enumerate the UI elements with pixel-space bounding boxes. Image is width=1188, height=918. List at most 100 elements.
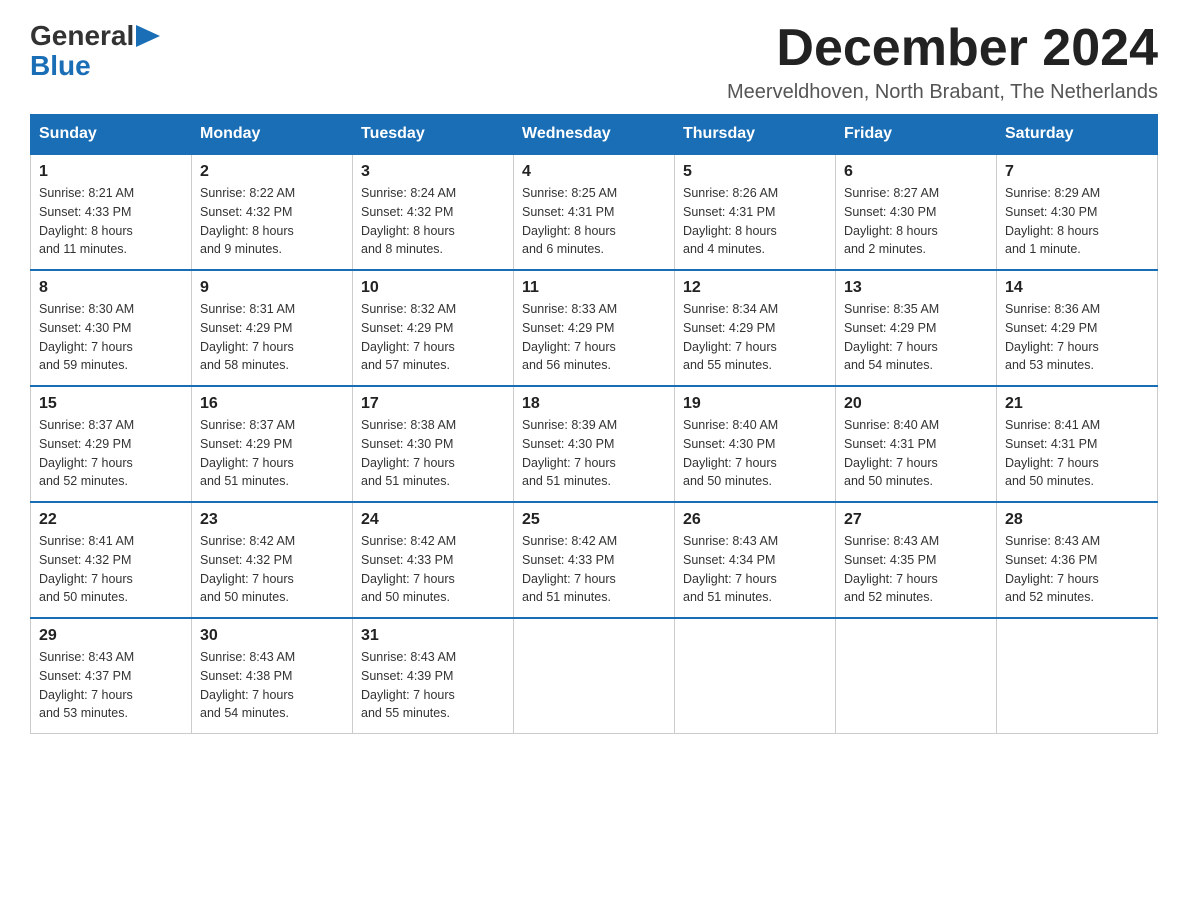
day-number: 30	[200, 627, 344, 645]
day-info: Sunrise: 8:32 AMSunset: 4:29 PMDaylight:…	[361, 300, 505, 375]
calendar-cell: 28 Sunrise: 8:43 AMSunset: 4:36 PMDaylig…	[997, 502, 1158, 618]
calendar-cell: 23 Sunrise: 8:42 AMSunset: 4:32 PMDaylig…	[192, 502, 353, 618]
calendar-table: SundayMondayTuesdayWednesdayThursdayFrid…	[30, 114, 1158, 734]
header-tuesday: Tuesday	[353, 115, 514, 155]
calendar-cell: 4 Sunrise: 8:25 AMSunset: 4:31 PMDayligh…	[514, 154, 675, 270]
logo-general-text: General	[30, 20, 134, 52]
header: General Blue December 2024 Meerveldhoven…	[30, 20, 1158, 104]
day-number: 22	[39, 511, 183, 529]
day-info: Sunrise: 8:33 AMSunset: 4:29 PMDaylight:…	[522, 300, 666, 375]
day-info: Sunrise: 8:40 AMSunset: 4:31 PMDaylight:…	[844, 416, 988, 491]
day-info: Sunrise: 8:39 AMSunset: 4:30 PMDaylight:…	[522, 416, 666, 491]
day-number: 29	[39, 627, 183, 645]
calendar-cell: 6 Sunrise: 8:27 AMSunset: 4:30 PMDayligh…	[836, 154, 997, 270]
day-info: Sunrise: 8:42 AMSunset: 4:33 PMDaylight:…	[522, 532, 666, 607]
header-friday: Friday	[836, 115, 997, 155]
calendar-cell: 30 Sunrise: 8:43 AMSunset: 4:38 PMDaylig…	[192, 618, 353, 734]
day-number: 9	[200, 279, 344, 297]
calendar-cell: 17 Sunrise: 8:38 AMSunset: 4:30 PMDaylig…	[353, 386, 514, 502]
header-thursday: Thursday	[675, 115, 836, 155]
week-row-5: 29 Sunrise: 8:43 AMSunset: 4:37 PMDaylig…	[31, 618, 1158, 734]
day-info: Sunrise: 8:29 AMSunset: 4:30 PMDaylight:…	[1005, 184, 1149, 259]
day-number: 3	[361, 163, 505, 181]
day-info: Sunrise: 8:26 AMSunset: 4:31 PMDaylight:…	[683, 184, 827, 259]
title-area: December 2024 Meerveldhoven, North Braba…	[727, 20, 1158, 104]
day-info: Sunrise: 8:27 AMSunset: 4:30 PMDaylight:…	[844, 184, 988, 259]
day-info: Sunrise: 8:43 AMSunset: 4:36 PMDaylight:…	[1005, 532, 1149, 607]
day-info: Sunrise: 8:42 AMSunset: 4:33 PMDaylight:…	[361, 532, 505, 607]
header-saturday: Saturday	[997, 115, 1158, 155]
day-info: Sunrise: 8:38 AMSunset: 4:30 PMDaylight:…	[361, 416, 505, 491]
calendar-cell: 27 Sunrise: 8:43 AMSunset: 4:35 PMDaylig…	[836, 502, 997, 618]
day-info: Sunrise: 8:24 AMSunset: 4:32 PMDaylight:…	[361, 184, 505, 259]
day-info: Sunrise: 8:43 AMSunset: 4:34 PMDaylight:…	[683, 532, 827, 607]
day-info: Sunrise: 8:43 AMSunset: 4:35 PMDaylight:…	[844, 532, 988, 607]
day-number: 14	[1005, 279, 1149, 297]
calendar-cell: 10 Sunrise: 8:32 AMSunset: 4:29 PMDaylig…	[353, 270, 514, 386]
calendar-cell: 31 Sunrise: 8:43 AMSunset: 4:39 PMDaylig…	[353, 618, 514, 734]
week-row-1: 1 Sunrise: 8:21 AMSunset: 4:33 PMDayligh…	[31, 154, 1158, 270]
day-number: 1	[39, 163, 183, 181]
day-info: Sunrise: 8:43 AMSunset: 4:38 PMDaylight:…	[200, 648, 344, 723]
day-number: 20	[844, 395, 988, 413]
day-number: 24	[361, 511, 505, 529]
calendar-cell: 15 Sunrise: 8:37 AMSunset: 4:29 PMDaylig…	[31, 386, 192, 502]
day-number: 13	[844, 279, 988, 297]
calendar-cell: 24 Sunrise: 8:42 AMSunset: 4:33 PMDaylig…	[353, 502, 514, 618]
header-wednesday: Wednesday	[514, 115, 675, 155]
calendar-cell: 11 Sunrise: 8:33 AMSunset: 4:29 PMDaylig…	[514, 270, 675, 386]
calendar-cell: 2 Sunrise: 8:22 AMSunset: 4:32 PMDayligh…	[192, 154, 353, 270]
day-info: Sunrise: 8:25 AMSunset: 4:31 PMDaylight:…	[522, 184, 666, 259]
day-info: Sunrise: 8:41 AMSunset: 4:31 PMDaylight:…	[1005, 416, 1149, 491]
day-number: 25	[522, 511, 666, 529]
logo-blue-text: Blue	[30, 52, 160, 80]
day-info: Sunrise: 8:43 AMSunset: 4:39 PMDaylight:…	[361, 648, 505, 723]
day-number: 11	[522, 279, 666, 297]
day-info: Sunrise: 8:35 AMSunset: 4:29 PMDaylight:…	[844, 300, 988, 375]
day-info: Sunrise: 8:34 AMSunset: 4:29 PMDaylight:…	[683, 300, 827, 375]
calendar-cell: 12 Sunrise: 8:34 AMSunset: 4:29 PMDaylig…	[675, 270, 836, 386]
day-number: 2	[200, 163, 344, 181]
location-subtitle: Meerveldhoven, North Brabant, The Nether…	[727, 81, 1158, 104]
calendar-cell: 1 Sunrise: 8:21 AMSunset: 4:33 PMDayligh…	[31, 154, 192, 270]
header-sunday: Sunday	[31, 115, 192, 155]
calendar-cell: 29 Sunrise: 8:43 AMSunset: 4:37 PMDaylig…	[31, 618, 192, 734]
week-row-3: 15 Sunrise: 8:37 AMSunset: 4:29 PMDaylig…	[31, 386, 1158, 502]
calendar-cell: 20 Sunrise: 8:40 AMSunset: 4:31 PMDaylig…	[836, 386, 997, 502]
day-number: 17	[361, 395, 505, 413]
calendar-cell	[675, 618, 836, 734]
day-info: Sunrise: 8:42 AMSunset: 4:32 PMDaylight:…	[200, 532, 344, 607]
calendar-cell: 14 Sunrise: 8:36 AMSunset: 4:29 PMDaylig…	[997, 270, 1158, 386]
day-number: 8	[39, 279, 183, 297]
day-info: Sunrise: 8:36 AMSunset: 4:29 PMDaylight:…	[1005, 300, 1149, 375]
calendar-cell	[836, 618, 997, 734]
day-info: Sunrise: 8:21 AMSunset: 4:33 PMDaylight:…	[39, 184, 183, 259]
logo-arrow-icon	[136, 25, 160, 47]
day-info: Sunrise: 8:41 AMSunset: 4:32 PMDaylight:…	[39, 532, 183, 607]
calendar-header-row: SundayMondayTuesdayWednesdayThursdayFrid…	[31, 115, 1158, 155]
day-number: 4	[522, 163, 666, 181]
day-number: 19	[683, 395, 827, 413]
week-row-4: 22 Sunrise: 8:41 AMSunset: 4:32 PMDaylig…	[31, 502, 1158, 618]
day-info: Sunrise: 8:31 AMSunset: 4:29 PMDaylight:…	[200, 300, 344, 375]
day-info: Sunrise: 8:37 AMSunset: 4:29 PMDaylight:…	[39, 416, 183, 491]
calendar-cell: 18 Sunrise: 8:39 AMSunset: 4:30 PMDaylig…	[514, 386, 675, 502]
calendar-cell: 8 Sunrise: 8:30 AMSunset: 4:30 PMDayligh…	[31, 270, 192, 386]
calendar-cell: 9 Sunrise: 8:31 AMSunset: 4:29 PMDayligh…	[192, 270, 353, 386]
calendar-cell: 21 Sunrise: 8:41 AMSunset: 4:31 PMDaylig…	[997, 386, 1158, 502]
day-number: 27	[844, 511, 988, 529]
day-info: Sunrise: 8:30 AMSunset: 4:30 PMDaylight:…	[39, 300, 183, 375]
month-year-title: December 2024	[727, 20, 1158, 77]
day-info: Sunrise: 8:22 AMSunset: 4:32 PMDaylight:…	[200, 184, 344, 259]
logo: General Blue	[30, 20, 160, 80]
day-number: 10	[361, 279, 505, 297]
day-number: 16	[200, 395, 344, 413]
day-number: 23	[200, 511, 344, 529]
calendar-cell	[514, 618, 675, 734]
day-info: Sunrise: 8:40 AMSunset: 4:30 PMDaylight:…	[683, 416, 827, 491]
calendar-cell: 26 Sunrise: 8:43 AMSunset: 4:34 PMDaylig…	[675, 502, 836, 618]
calendar-cell: 25 Sunrise: 8:42 AMSunset: 4:33 PMDaylig…	[514, 502, 675, 618]
day-number: 7	[1005, 163, 1149, 181]
day-info: Sunrise: 8:43 AMSunset: 4:37 PMDaylight:…	[39, 648, 183, 723]
day-number: 31	[361, 627, 505, 645]
